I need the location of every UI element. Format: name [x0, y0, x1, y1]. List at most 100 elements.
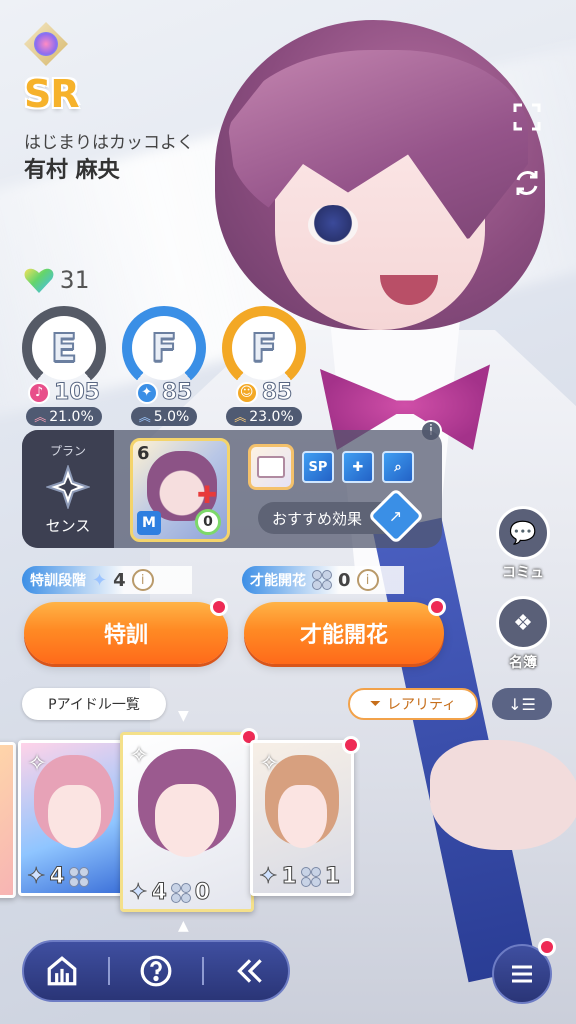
commu-label: コミュ	[502, 565, 544, 581]
filter-icon: ⏷	[369, 696, 382, 712]
sort-button[interactable]: ↓☰	[492, 688, 552, 720]
card-add-effect-icon[interactable]: ✚	[342, 451, 374, 483]
dance-icon: ✦	[135, 381, 158, 404]
training-stage-count: 4	[113, 569, 126, 591]
idol-card[interactable]: ✧ ✦ 1 1	[250, 740, 354, 896]
vocal-grade: E	[50, 325, 78, 371]
plus-icon: ✚	[196, 481, 217, 509]
stat-visual: F ☺ 85 ︽ 23.0%	[222, 306, 306, 426]
card-enhance-effect-icon[interactable]: ⌕	[382, 451, 414, 483]
idol-card-selected[interactable]: ✧ ✦ 4 0	[120, 732, 254, 912]
plan-panel: プラン センス 6 ✚ M 0 SP ✚ ⌕ おすすめ効果 ↗	[22, 430, 442, 548]
double-chevron-left-icon	[237, 959, 262, 983]
support-card[interactable]: 6 ✚ M 0	[130, 438, 230, 542]
clover-icon	[312, 570, 332, 590]
sense-plan-icon	[46, 465, 90, 509]
visual-rate: ︽ 23.0%	[226, 407, 302, 426]
hamburger-menu-icon	[512, 965, 532, 983]
stat-gauges: E ♪ 105 ︽ 21.0% F ✦ 85 ︽ 5.0% F ☺ 85 ︽ 2…	[22, 306, 306, 426]
chevron-up-icon: ︽	[234, 410, 247, 424]
idol-name: 有村 麻央	[24, 158, 120, 183]
commu-button[interactable]: 💬 コミュ	[496, 506, 550, 582]
support-type-badge: M	[137, 511, 161, 535]
recommend-effect-button[interactable]: おすすめ効果 ↗	[258, 487, 425, 545]
support-count: 0	[195, 509, 221, 535]
vocal-rate: ︽ 21.0%	[26, 407, 102, 426]
sort-icon: ↓☰	[508, 694, 536, 714]
card-bloom-count: 1	[324, 864, 341, 890]
sp-effect-icon[interactable]: SP	[302, 451, 334, 483]
heart-icon	[24, 267, 54, 293]
card-training-count: 4	[151, 880, 167, 906]
sparkle-icon: ✦	[258, 864, 278, 890]
swap-costume-icon[interactable]	[512, 168, 542, 198]
training-stage-chip: 特訓段階 ✦ 4 i	[22, 566, 192, 594]
clover-icon	[300, 866, 321, 887]
home-icon	[47, 956, 77, 986]
sense-plan-icon: ✧	[27, 749, 48, 777]
back-button[interactable]	[220, 954, 280, 988]
caret-down-icon: ▼	[178, 708, 189, 724]
vocal-icon: ♪	[28, 381, 51, 404]
card-counts: ✦ 4	[26, 864, 89, 890]
visual-value: 85	[261, 380, 293, 406]
recommend-label: おすすめ効果	[272, 509, 363, 528]
plan-label: プラン	[49, 444, 86, 458]
clover-icon	[170, 882, 191, 903]
idol-card[interactable]: ✧ ✦ 4	[18, 740, 130, 896]
dance-value: 85	[161, 380, 193, 406]
clover-icon	[68, 866, 89, 887]
sense-plan-icon: ✧	[259, 749, 280, 777]
notification-dot	[342, 736, 360, 754]
bloom-chip: 才能開花 0 i	[242, 566, 404, 594]
notification-dot	[210, 598, 228, 616]
chevron-up-icon: ︽	[34, 410, 47, 424]
meibo-label: 名簿	[509, 655, 537, 671]
effect-icons: SP ✚ ⌕	[248, 444, 414, 490]
stamina: 31	[24, 266, 89, 294]
rarity-filter-button[interactable]: ⏷ レアリティ	[348, 688, 478, 720]
visual-grade: F	[250, 325, 278, 371]
memory-effect-icon[interactable]	[248, 444, 294, 490]
dance-grade: F	[150, 325, 178, 371]
stat-vocal: E ♪ 105 ︽ 21.0%	[22, 306, 106, 426]
plan-box[interactable]: プラン センス	[22, 430, 114, 548]
fullscreen-icon[interactable]	[512, 102, 542, 132]
question-icon	[140, 955, 172, 987]
help-button[interactable]	[126, 954, 186, 988]
sparkle-icon: ✦	[26, 864, 46, 890]
bloom-label: 才能開花	[250, 573, 306, 589]
card-training-count: 4	[49, 864, 65, 890]
idol-list-button[interactable]: Pアイドル一覧	[22, 688, 166, 720]
card-counts: ✦ 4 0	[128, 880, 211, 906]
home-button[interactable]	[32, 954, 92, 988]
stat-dance: F ✦ 85 ︽ 5.0%	[122, 306, 206, 426]
bloom-count: 0	[338, 569, 351, 591]
plan-name: センス	[45, 517, 91, 535]
card-bloom-count: 0	[194, 880, 211, 906]
notification-dot	[538, 938, 556, 956]
idol-card-list: ✧ ✦ 4 ✧ ✦ 4 0 ✧ ✦ 1 1	[0, 728, 576, 912]
vocal-rate-value: 21.0%	[49, 408, 94, 425]
info-icon[interactable]: i	[356, 569, 379, 591]
card-counts: ✦ 1 1	[258, 864, 341, 890]
roster-icon: ❖	[496, 596, 550, 650]
sparkle-icon: ✦	[128, 880, 148, 906]
training-stage-label: 特訓段階	[30, 573, 86, 589]
visual-gauge: F	[222, 306, 306, 390]
rarity-badge: SR	[24, 72, 80, 116]
rarity-filter-label: レアリティ	[387, 697, 457, 713]
vocal-value: 105	[54, 380, 101, 406]
vocal-gauge: E	[22, 306, 106, 390]
info-icon[interactable]: i	[131, 569, 154, 591]
dance-rate-value: 5.0%	[153, 408, 190, 425]
sense-plan-icon: ✧	[129, 741, 150, 769]
meibo-button[interactable]: ❖ 名簿	[496, 596, 550, 672]
idol-card[interactable]	[0, 742, 16, 898]
chevron-up-icon: ︽	[138, 410, 151, 424]
bottom-nav	[22, 940, 290, 1002]
chat-bubble-icon: 💬	[496, 506, 550, 560]
bloom-button[interactable]: 才能開花	[244, 602, 444, 664]
stamina-value: 31	[60, 266, 89, 294]
training-button[interactable]: 特訓	[24, 602, 228, 664]
